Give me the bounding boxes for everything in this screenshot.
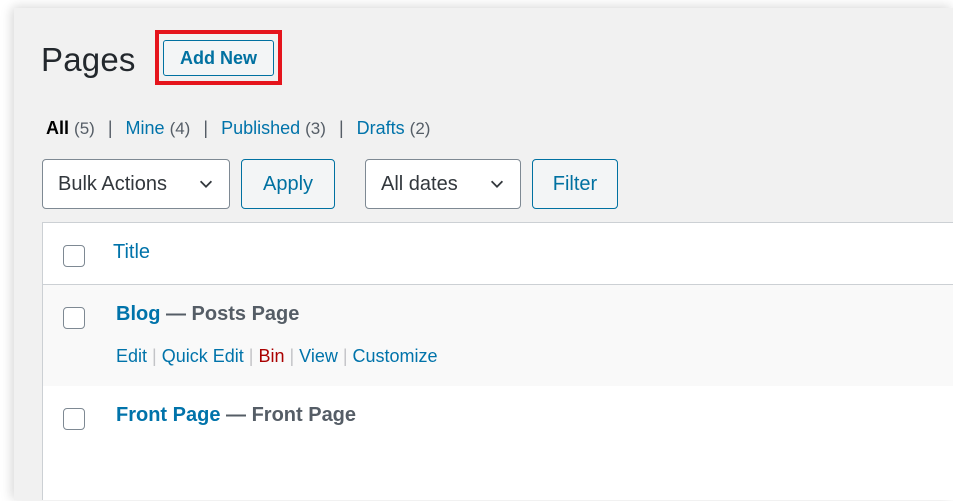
row-checkbox[interactable]: [63, 307, 85, 329]
action-separator: |: [152, 346, 157, 366]
filter-all-link[interactable]: All: [46, 118, 69, 138]
filter-drafts-link[interactable]: Drafts: [357, 118, 405, 138]
table-row: Blog — Posts Page Edit | Quick Edit | Bin | Vi…: [43, 285, 953, 386]
action-separator: |: [342, 346, 348, 366]
quick-edit-link[interactable]: Quick Edit: [162, 346, 244, 366]
action-separator: |: [248, 346, 254, 366]
page-state: — Front Page: [226, 404, 357, 426]
filter-separator: |: [203, 118, 209, 138]
status-filter-links: All (5) | Mine (4) | Published (3) | Dra…: [46, 118, 430, 139]
action-separator: |: [289, 346, 295, 366]
chevron-down-icon: [490, 180, 504, 188]
chevron-down-icon: [199, 180, 213, 188]
table-row: Front Page — Front Page: [43, 386, 953, 501]
bulk-actions-value: Bulk Actions: [58, 172, 167, 195]
filter-separator: |: [338, 118, 344, 138]
filter-drafts-count: (2): [409, 119, 431, 138]
filter-separator: |: [107, 118, 113, 138]
apply-button[interactable]: Apply: [241, 159, 335, 209]
bin-link[interactable]: Bin: [258, 346, 284, 366]
dates-select[interactable]: All dates: [365, 159, 521, 209]
filter-published-link[interactable]: Published: [221, 118, 300, 138]
page-title: Pages: [41, 41, 136, 78]
edit-link[interactable]: Edit: [116, 346, 147, 366]
select-all-checkbox[interactable]: [63, 245, 85, 267]
filter-mine-count: (4): [169, 119, 191, 138]
filter-mine-link[interactable]: Mine: [126, 118, 165, 138]
view-link[interactable]: View: [299, 346, 338, 366]
add-new-button[interactable]: Add New: [163, 40, 274, 76]
filter-button[interactable]: Filter: [532, 159, 618, 209]
table-header: Title: [43, 223, 953, 285]
page-title-link[interactable]: Front Page: [116, 404, 220, 426]
pages-table: Title Blog — Posts Page Edit | Quick Edit |…: [42, 222, 953, 500]
admin-content-area: Pages Add New All (5) | Mine (4) | Publi…: [14, 8, 953, 500]
filter-published-count: (3): [305, 119, 326, 138]
row-checkbox[interactable]: [63, 408, 85, 430]
title-column-header[interactable]: Title: [113, 241, 150, 264]
row-actions: Edit | Quick Edit | Bin | View | Customize: [116, 346, 438, 367]
page-title-link[interactable]: Blog: [116, 303, 160, 325]
filter-all-count: (5): [74, 119, 95, 138]
row-title: Front Page — Front Page: [116, 404, 356, 427]
bulk-actions-select[interactable]: Bulk Actions: [42, 159, 230, 209]
page-state: — Posts Page: [166, 303, 300, 325]
dates-value: All dates: [381, 172, 458, 195]
row-title: Blog — Posts Page: [116, 303, 299, 326]
customize-link[interactable]: Customize: [353, 346, 438, 366]
